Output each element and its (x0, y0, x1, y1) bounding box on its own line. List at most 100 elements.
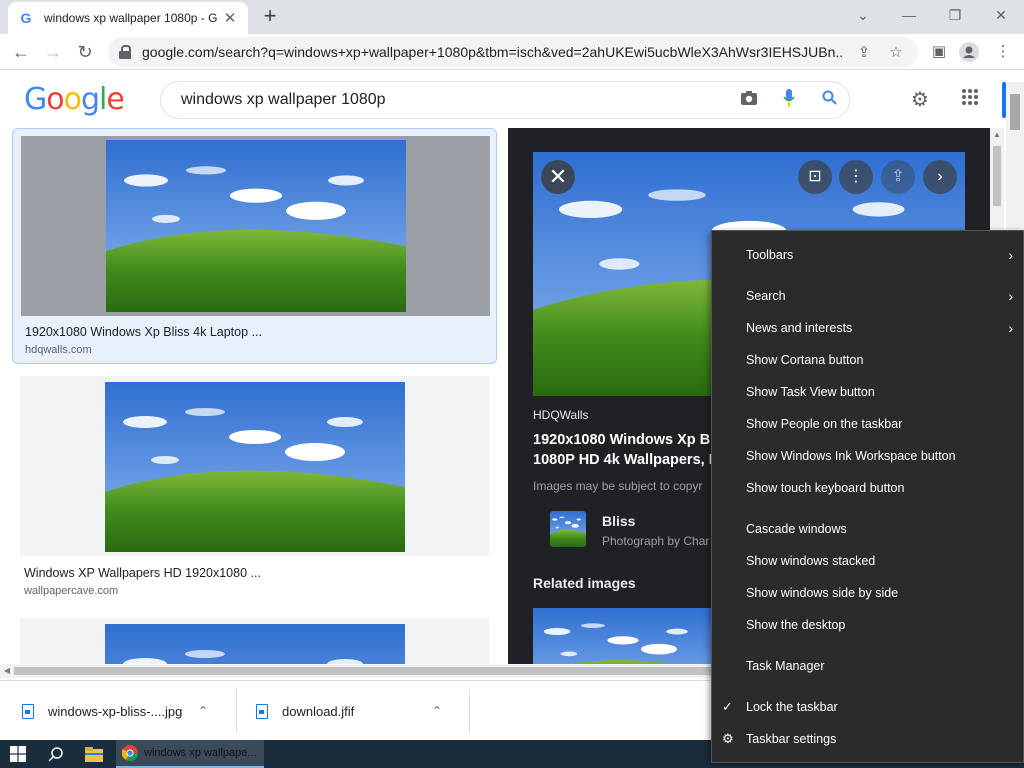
result-title[interactable]: Windows XP Wallpapers HD 1920x1080 ... (24, 566, 261, 580)
browser-toolbar: ← → ↻ google.com/search?q=windows+xp+wal… (0, 34, 1024, 70)
microphone-icon[interactable] (769, 88, 809, 112)
menu-item-show-ink-workspace[interactable]: Show Windows Ink Workspace button (712, 441, 1023, 471)
result-card[interactable] (12, 618, 497, 664)
start-button[interactable] (0, 740, 36, 768)
result-thumbnail-frame[interactable] (20, 376, 489, 556)
minimize-button[interactable]: — (886, 4, 932, 28)
forward-button[interactable]: → (40, 39, 66, 65)
chevron-right-icon: › (1008, 247, 1013, 263)
tab-google-search[interactable]: G windows xp wallpaper 1080p - G ✕ (8, 2, 248, 34)
restore-button[interactable]: ❐ (932, 4, 978, 28)
menu-item-taskbar-settings[interactable]: ⚙ Taskbar settings (712, 724, 1023, 754)
folder-icon (85, 746, 103, 762)
result-thumbnail[interactable] (105, 382, 405, 552)
profile-avatar-icon[interactable] (958, 42, 980, 62)
share-icon[interactable]: ⇪ (852, 43, 876, 61)
image-file-icon (256, 703, 268, 719)
download-filename[interactable]: download.jfif (282, 704, 432, 719)
copyright-note[interactable]: Images may be subject to copyr (533, 479, 702, 493)
menu-item-news-and-interests[interactable]: News and interests › (712, 313, 1023, 343)
chevron-right-icon: › (1008, 288, 1013, 304)
scroll-left-arrow-icon[interactable]: ◀ (0, 664, 14, 678)
bookmark-star-icon[interactable]: ☆ (884, 43, 908, 61)
image-results: 1920x1080 Windows Xp Bliss 4k Laptop ...… (0, 128, 508, 664)
related-images-heading: Related images (533, 575, 636, 591)
result-thumbnail-frame[interactable] (20, 618, 489, 664)
result-card[interactable]: Windows XP Wallpapers HD 1920x1080 ... w… (12, 376, 497, 606)
chevron-right-icon: › (1008, 320, 1013, 336)
result-source[interactable]: hdqwalls.com (25, 344, 92, 356)
gear-icon: ⚙ (722, 731, 734, 746)
checkmark-icon: ✓ (722, 699, 733, 714)
divider (469, 689, 470, 733)
file-explorer-button[interactable] (76, 740, 112, 768)
next-image-icon[interactable]: › (923, 160, 957, 194)
menu-item-show-touch-keyboard[interactable]: Show touch keyboard button (712, 473, 1023, 503)
google-apps-icon[interactable] (958, 88, 982, 112)
lock-icon[interactable] (118, 45, 132, 59)
search-query[interactable]: windows xp wallpaper 1080p (181, 91, 729, 109)
chrome-window-title: windows xp wallpape... (144, 747, 257, 759)
menu-item-show-people[interactable]: Show People on the taskbar (712, 409, 1023, 439)
result-thumbnail[interactable] (105, 624, 405, 664)
back-button[interactable]: ← (8, 39, 34, 65)
tab-close-icon[interactable]: ✕ (222, 9, 238, 27)
download-item[interactable]: windows-xp-bliss-....jpg ⌃ (22, 691, 208, 731)
share-icon[interactable]: ⇪ (881, 160, 915, 194)
google-header: Google windows xp wallpaper 1080p ⚙ (0, 70, 1024, 128)
url-text[interactable]: google.com/search?q=windows+xp+wallpaper… (142, 44, 844, 60)
horizontal-scrollbar-thumb[interactable] (14, 667, 714, 675)
menu-item-lock-taskbar[interactable]: ✓ Lock the taskbar (712, 692, 1023, 722)
settings-gear-icon[interactable]: ⚙ (908, 88, 932, 112)
chrome-menu-icon[interactable]: ⋮ (992, 42, 1014, 62)
menu-item-toolbars[interactable]: Toolbars › (712, 240, 1023, 270)
scrollbar-thumb[interactable] (993, 146, 1001, 206)
menu-item-windows-stacked[interactable]: Show windows stacked (712, 546, 1023, 576)
search-box[interactable]: windows xp wallpaper 1080p (160, 81, 850, 119)
taskbar-context-menu: Toolbars › Search › News and interests ›… (711, 230, 1024, 763)
result-thumbnail[interactable] (106, 140, 406, 312)
menu-item-show-task-view[interactable]: Show Task View button (712, 377, 1023, 407)
search-icon (48, 747, 63, 762)
google-favicon-icon: G (20, 10, 32, 26)
photo-meta-thumbnail[interactable] (550, 511, 586, 547)
search-icon[interactable] (809, 90, 849, 110)
photo-meta-name[interactable]: Bliss (602, 513, 635, 529)
menu-item-search[interactable]: Search › (712, 281, 1023, 311)
result-source[interactable]: wallpapercave.com (24, 585, 118, 597)
taskbar-search-button[interactable] (38, 740, 74, 768)
address-bar[interactable]: google.com/search?q=windows+xp+wallpaper… (108, 37, 918, 67)
visual-search-icon[interactable]: ⊡ (798, 160, 832, 194)
windows-logo-icon (10, 746, 26, 762)
menu-item-task-manager[interactable]: Task Manager (712, 651, 1023, 681)
camera-search-icon[interactable] (729, 90, 769, 110)
chevron-up-icon[interactable]: ⌃ (198, 704, 208, 718)
download-item[interactable]: download.jfif ⌃ (256, 691, 442, 731)
photo-meta-subtitle: Photograph by Char (602, 534, 710, 548)
side-panel-icon[interactable]: ▣ (928, 42, 950, 62)
google-logo[interactable]: Google (24, 82, 125, 117)
divider (236, 689, 237, 733)
preview-site-name[interactable]: HDQWalls (533, 408, 589, 422)
related-image[interactable] (533, 608, 713, 664)
result-thumbnail-frame[interactable] (21, 136, 490, 316)
result-card[interactable]: 1920x1080 Windows Xp Bliss 4k Laptop ...… (12, 128, 497, 364)
menu-item-cascade-windows[interactable]: Cascade windows (712, 514, 1023, 544)
menu-item-show-cortana[interactable]: Show Cortana button (712, 345, 1023, 375)
close-window-button[interactable]: ✕ (978, 4, 1024, 28)
tab-title: windows xp wallpaper 1080p - G (44, 11, 218, 25)
menu-item-side-by-side[interactable]: Show windows side by side (712, 578, 1023, 608)
new-tab-button[interactable]: + (258, 5, 282, 29)
result-title[interactable]: 1920x1080 Windows Xp Bliss 4k Laptop ... (25, 325, 262, 339)
close-preview-button[interactable]: ✕ (541, 160, 575, 194)
menu-item-show-desktop[interactable]: Show the desktop (712, 610, 1023, 640)
more-options-icon[interactable]: ⋮ (839, 160, 873, 194)
scroll-up-arrow-icon[interactable]: ▲ (990, 128, 1004, 142)
chrome-icon (122, 745, 138, 761)
chevron-up-icon[interactable]: ⌃ (432, 704, 442, 718)
tab-search-chevron-icon[interactable]: ⌄ (840, 4, 886, 28)
chrome-taskbar-button[interactable]: windows xp wallpape... (116, 740, 264, 768)
page-scrollbar-thumb[interactable] (1010, 94, 1020, 130)
download-filename[interactable]: windows-xp-bliss-....jpg (48, 704, 198, 719)
reload-button[interactable]: ↻ (72, 39, 98, 65)
